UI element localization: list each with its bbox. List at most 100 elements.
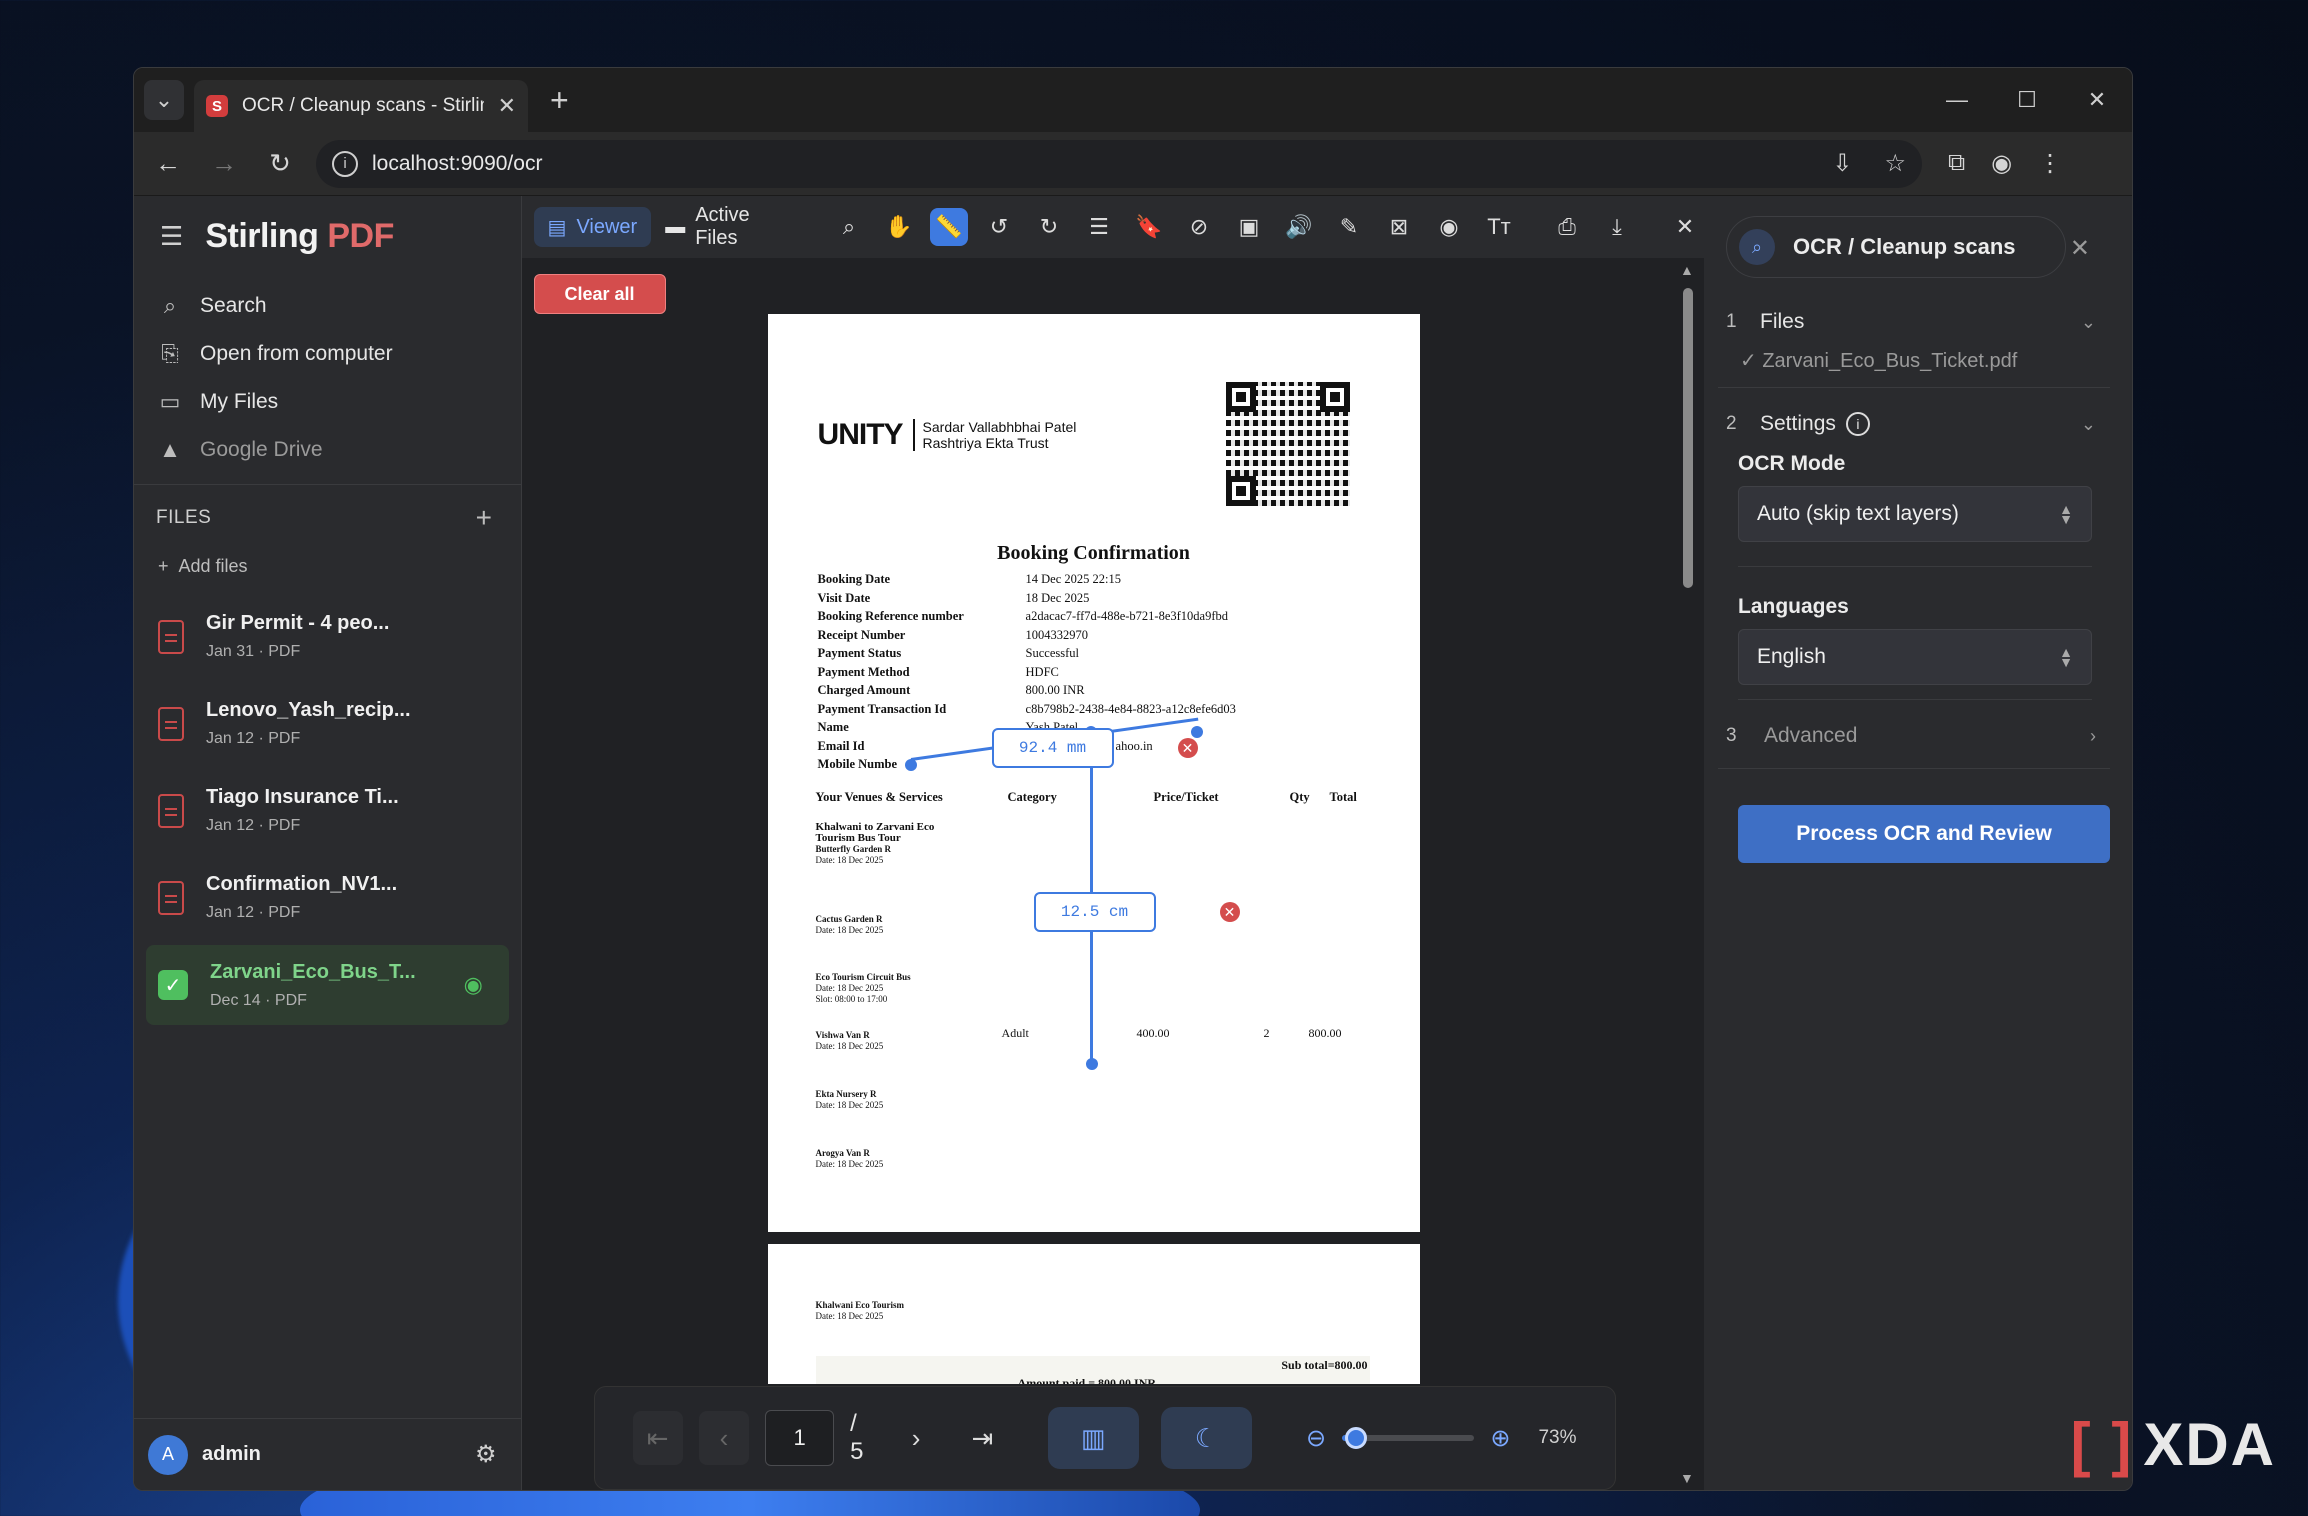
pan-hand-icon[interactable]: ✋ bbox=[880, 208, 918, 246]
ruler-icon[interactable]: 📏 bbox=[930, 208, 968, 246]
rotate-left-icon[interactable]: ↺ bbox=[980, 208, 1018, 246]
chevron-down-icon[interactable]: ⌄ bbox=[2081, 312, 2096, 333]
viewer-scrollbar[interactable]: ▲ ▼ bbox=[1680, 258, 1694, 1490]
measurement-label[interactable]: 92.4 mm bbox=[991, 728, 1114, 768]
scroll-down-icon[interactable]: ▼ bbox=[1680, 1470, 1694, 1486]
tab-search-button[interactable]: ⌄ bbox=[144, 80, 184, 120]
languages-label: Languages bbox=[1738, 595, 1849, 618]
new-tab-button[interactable]: + bbox=[550, 82, 569, 119]
checkbox-checked-icon[interactable]: ✓ bbox=[158, 970, 188, 1000]
bookmark-star-icon[interactable]: ☆ bbox=[1884, 149, 1906, 178]
avatar[interactable]: A bbox=[148, 1434, 188, 1475]
text-size-icon[interactable]: Tт bbox=[1480, 208, 1518, 246]
ocr-mode-select[interactable]: Auto (skip text layers) ▲ ▼ bbox=[1738, 486, 2092, 542]
scroll-up-icon[interactable]: ▲ bbox=[1680, 262, 1694, 278]
measurement-label[interactable]: 12.5 cm bbox=[1033, 892, 1156, 932]
document-icon: ▤ bbox=[547, 216, 567, 239]
sidebar-item-google-drive[interactable]: ▲ Google Drive bbox=[158, 426, 521, 474]
back-button[interactable]: ← bbox=[148, 148, 188, 179]
close-icon[interactable]: ✕ bbox=[1666, 208, 1704, 246]
close-window-icon[interactable]: ✕ bbox=[2062, 68, 2132, 132]
sidebar-item-my-files[interactable]: ▭ My Files bbox=[158, 378, 521, 426]
reload-button[interactable]: ↻ bbox=[260, 148, 300, 179]
file-list-item-selected[interactable]: ✓ Zarvani_Eco_Bus_T... Dec 14 · PDF ◉ bbox=[146, 945, 509, 1025]
sidebar-nav: ⌕ Search ⎘ Open from computer ▭ My Files ▲ G… bbox=[134, 276, 521, 484]
rotate-right-icon[interactable]: ↻ bbox=[1030, 208, 1068, 246]
xda-bracket-icon: [ ] bbox=[2070, 1411, 2134, 1478]
scrollbar-thumb[interactable] bbox=[1683, 288, 1693, 588]
add-files-link[interactable]: + Add files bbox=[134, 551, 521, 581]
eye-icon[interactable]: ◉ bbox=[1430, 208, 1468, 246]
zoom-slider[interactable] bbox=[1342, 1427, 1475, 1449]
measurement-handle[interactable] bbox=[904, 759, 917, 771]
site-info-icon[interactable]: i bbox=[332, 150, 358, 177]
previous-page-button[interactable]: ‹ bbox=[698, 1411, 750, 1465]
search-icon: ⌕ bbox=[163, 293, 177, 318]
step-files[interactable]: 1 Files ⌄ bbox=[1726, 302, 2110, 342]
tab-strip: ⌄ S OCR / Cleanup scans - Stirling PDF ✕… bbox=[134, 68, 2132, 132]
zoom-in-icon[interactable]: ⊕ bbox=[1490, 1424, 1510, 1453]
chevron-right-icon[interactable]: › bbox=[2090, 726, 2096, 747]
speaker-icon[interactable]: 🔊 bbox=[1280, 208, 1318, 246]
pdf-page: UNITY Sardar Vallabhbhai Patel Rashtriya… bbox=[767, 314, 1420, 1232]
file-list-item[interactable]: Confirmation_NV1... Jan 12 · PDF bbox=[134, 854, 521, 941]
minimize-icon[interactable]: — bbox=[1922, 68, 1992, 132]
eye-icon[interactable]: ◉ bbox=[464, 972, 483, 998]
install-app-icon[interactable]: ⇩ bbox=[1832, 149, 1852, 178]
attachment-icon[interactable]: ⊘ bbox=[1180, 208, 1218, 246]
tool-chip[interactable]: ⌕ OCR / Cleanup scans bbox=[1726, 216, 2066, 278]
remove-measurement-icon[interactable]: ✕ bbox=[1177, 738, 1198, 758]
info-icon[interactable]: i bbox=[1845, 412, 1870, 436]
profile-icon[interactable]: ◉ bbox=[1991, 149, 2012, 178]
search-icon[interactable]: ⌕ bbox=[830, 208, 868, 246]
step-settings[interactable]: 2 Settings i ⌄ bbox=[1726, 404, 2110, 444]
pen-icon[interactable]: ✎ bbox=[1330, 208, 1368, 246]
page-number-input[interactable]: 1 bbox=[765, 1410, 835, 1466]
dark-mode-button[interactable]: ☾ bbox=[1160, 1407, 1253, 1469]
file-list-item[interactable]: Lenovo_Yash_recip... Jan 12 · PDF bbox=[134, 680, 521, 767]
print-icon[interactable]: ⎙ bbox=[1548, 208, 1586, 246]
remove-measurement-icon[interactable]: ✕ bbox=[1219, 902, 1240, 922]
url-text[interactable]: localhost:9090/ocr bbox=[372, 152, 1800, 176]
comment-icon[interactable]: ▣ bbox=[1230, 208, 1268, 246]
process-ocr-button[interactable]: Process OCR and Review bbox=[1738, 805, 2110, 863]
list-icon[interactable]: ☰ bbox=[1080, 208, 1118, 246]
last-page-button[interactable]: ⇥ bbox=[957, 1411, 1007, 1465]
hamburger-menu-icon[interactable]: ☰ bbox=[160, 221, 183, 252]
extensions-icon[interactable]: ⧉ bbox=[1948, 149, 1965, 178]
service-row: Eco Tourism Circuit Bus Date: 18 Dec 2025… bbox=[815, 972, 911, 1004]
first-page-button[interactable]: ⇤ bbox=[632, 1411, 683, 1465]
tab-active-files[interactable]: ▬ Active Files bbox=[651, 204, 800, 249]
measurement-handle[interactable] bbox=[1085, 1058, 1098, 1070]
measurement-handle[interactable] bbox=[1190, 726, 1203, 738]
file-list-item[interactable]: Tiago Insurance Ti... Jan 12 · PDF bbox=[134, 767, 521, 854]
browser-menu-icon[interactable]: ⋮ bbox=[2038, 149, 2062, 178]
sidebar-item-search[interactable]: ⌕ Search bbox=[158, 282, 521, 330]
page-total: / 5 bbox=[850, 1410, 864, 1465]
gear-icon[interactable]: ⚙ bbox=[475, 1440, 497, 1469]
xda-watermark: [ ] XDA bbox=[2070, 1411, 2276, 1478]
languages-select[interactable]: English ▲ ▼ bbox=[1738, 629, 2092, 685]
add-file-plus-icon[interactable]: + bbox=[476, 502, 493, 534]
select-caret-icon: ▲ ▼ bbox=[2059, 644, 2073, 670]
step-advanced[interactable]: 3 Advanced › bbox=[1726, 716, 2110, 756]
close-icon[interactable]: ✕ bbox=[2070, 234, 2090, 263]
forward-button[interactable]: → bbox=[204, 148, 244, 179]
tab-close-icon[interactable]: ✕ bbox=[498, 93, 516, 119]
browser-tab[interactable]: S OCR / Cleanup scans - Stirling PDF ✕ bbox=[194, 80, 528, 132]
dual-page-view-button[interactable]: ▥ bbox=[1047, 1407, 1139, 1469]
sidebar-item-open-computer[interactable]: ⎘ Open from computer bbox=[158, 330, 521, 378]
download-icon[interactable]: ⤓ bbox=[1598, 208, 1636, 246]
next-page-button[interactable]: › bbox=[891, 1411, 941, 1465]
bookmark-add-icon[interactable]: 🔖 bbox=[1130, 208, 1168, 246]
chevron-down-icon[interactable]: ⌄ bbox=[2081, 414, 2096, 435]
file-list-item[interactable]: Gir Permit - 4 peo... Jan 31 · PDF bbox=[134, 593, 521, 680]
zoom-out-icon[interactable]: ⊖ bbox=[1306, 1424, 1326, 1453]
maximize-icon[interactable]: ☐ bbox=[1992, 68, 2062, 132]
clear-all-button[interactable]: Clear all bbox=[533, 274, 666, 314]
redact-file-icon[interactable]: ⊠ bbox=[1380, 208, 1418, 246]
address-bar[interactable]: i localhost:9090/ocr ⇩ ☆ bbox=[316, 139, 1922, 188]
zoom-slider-handle[interactable] bbox=[1345, 1427, 1368, 1449]
tab-viewer[interactable]: ▤ Viewer bbox=[533, 207, 652, 247]
viewer-toolbar: ▤ Viewer ▬ Active Files ⌕ ✋ 📏 ↺ ↻ ☰ 🔖 ⊘ ▣ … bbox=[521, 196, 1704, 258]
